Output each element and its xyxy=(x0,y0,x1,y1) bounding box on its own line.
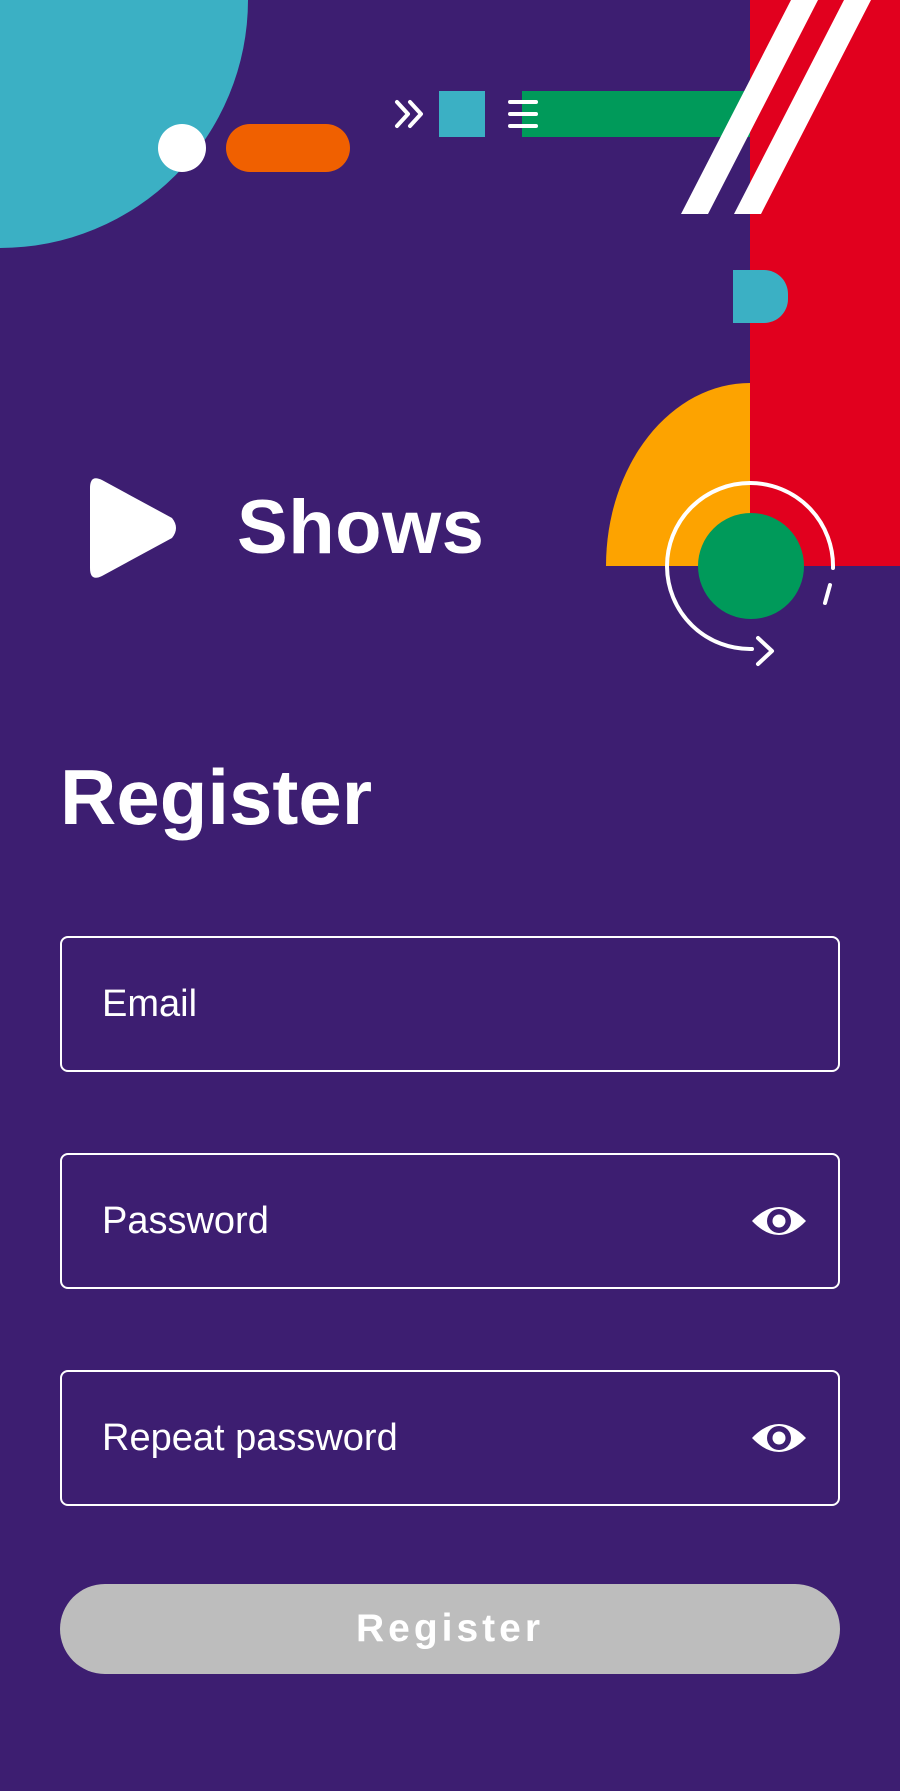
green-circle-shape xyxy=(698,513,804,619)
double-chevron-icon xyxy=(395,100,423,128)
page-title: Register xyxy=(60,753,373,841)
arrow-head-icon xyxy=(756,636,774,666)
password-field[interactable] xyxy=(60,1153,840,1289)
play-icon xyxy=(90,478,176,578)
white-dot-shape xyxy=(158,124,206,172)
arc-tick-shape xyxy=(823,583,832,605)
password-input[interactable] xyxy=(62,1155,750,1287)
header-decoration xyxy=(0,0,900,666)
brand-name: Shows xyxy=(237,485,485,570)
repeat-password-input[interactable] xyxy=(62,1372,750,1504)
email-input[interactable] xyxy=(62,938,838,1070)
email-field[interactable] xyxy=(60,936,840,1072)
eye-icon[interactable] xyxy=(750,1199,808,1243)
brand: Shows xyxy=(88,478,484,578)
register-button[interactable]: Register xyxy=(60,1584,840,1674)
eye-icon[interactable] xyxy=(750,1416,808,1460)
orange-pill-shape xyxy=(226,124,350,172)
teal-circle-shape xyxy=(0,0,248,248)
repeat-password-field[interactable] xyxy=(60,1370,840,1506)
teal-d-shape xyxy=(733,270,788,323)
green-bar-shape xyxy=(522,91,752,137)
teal-square-shape xyxy=(439,91,485,137)
